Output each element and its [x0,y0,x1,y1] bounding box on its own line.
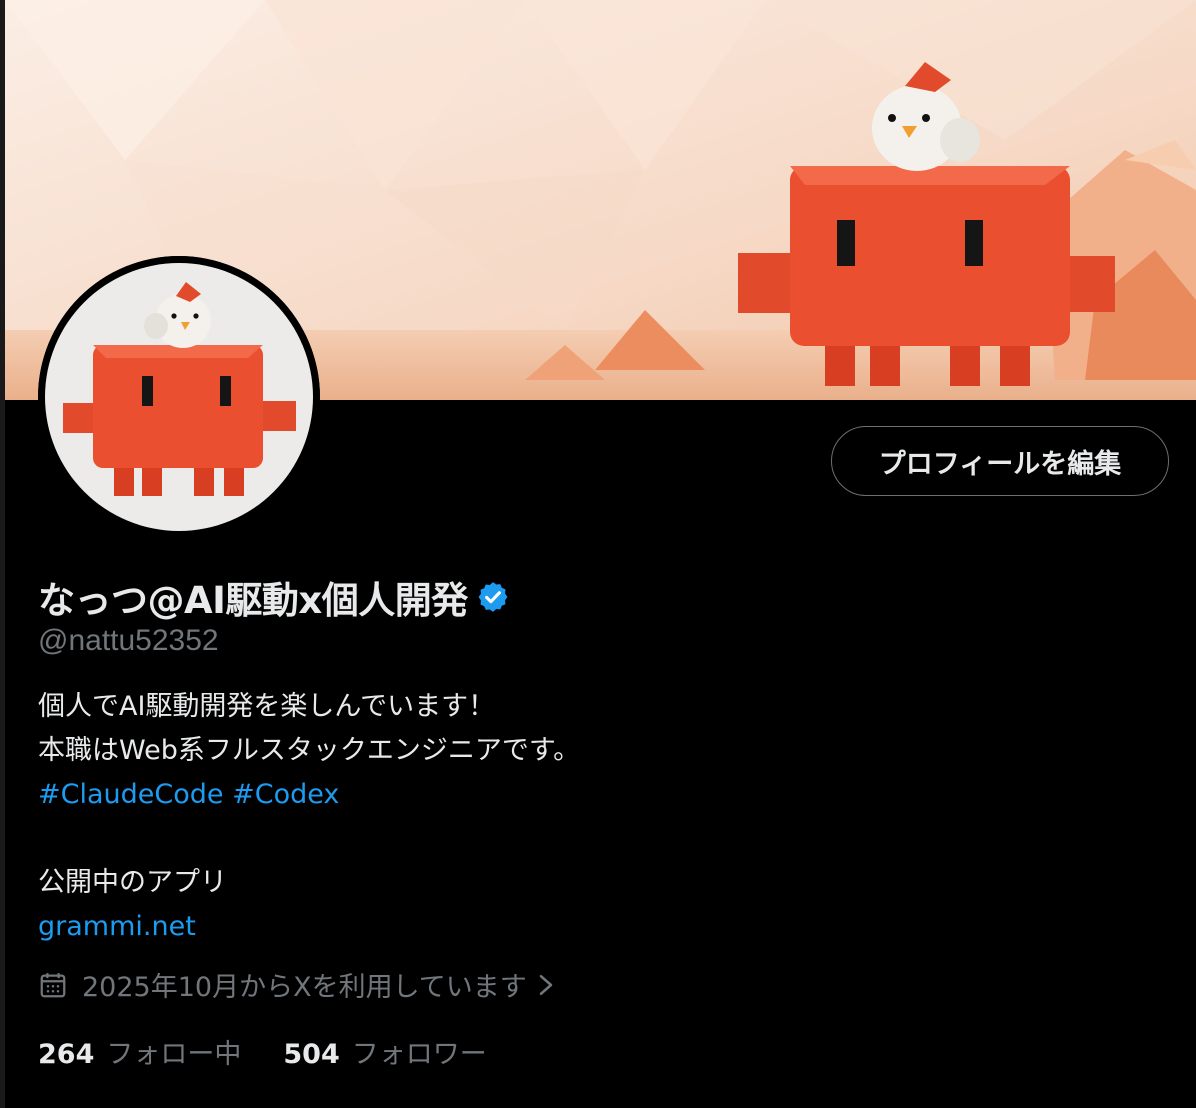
followers-link[interactable]: 504 フォロワー [283,1032,486,1071]
bio-hashtags: #ClaudeCode #Codex [38,773,580,817]
chevron-right-icon [539,974,553,995]
edit-profile-button[interactable]: プロフィールを編集 [831,426,1169,496]
followers-count: 504 [283,1039,340,1070]
profile-avatar[interactable] [38,256,320,538]
following-link[interactable]: 264 フォロー中 [38,1032,241,1071]
bio-line-1: 個人でAI駆動開発を楽しんでいます！ [38,691,496,722]
hashtag-claudecode[interactable]: #ClaudeCode [38,779,224,810]
calendar-icon [40,972,66,997]
joined-date[interactable]: 2025年10月からXを利用しています [38,965,557,1004]
followers-label: フォロワー [351,1039,487,1070]
bio-apps-label: 公開中のアプリ [38,867,227,898]
profile-page: プロフィールを編集 なっつ@AI駆動x個人開発 @nattu52352 個人でA… [0,0,1196,1108]
follow-stats: 264 フォロー中 504 フォロワー [38,1032,487,1071]
profile-bio: 個人でAI駆動開発を楽しんでいます！ 本職はWeb系フルスタックエンジニアです。… [38,685,580,949]
display-name: なっつ@AI駆動x個人開発 [38,579,468,622]
following-count: 264 [38,1039,95,1070]
app-link[interactable]: grammi.net [38,911,196,942]
bio-apps-line: grammi.net [38,905,580,949]
bio-spacer [38,817,580,861]
profile-name-row: なっつ@AI駆動x個人開発 [38,570,510,624]
profile-handle: @nattu52352 [38,624,219,657]
verified-badge-icon[interactable] [476,580,510,614]
following-label: フォロー中 [106,1039,242,1070]
hashtag-codex[interactable]: #Codex [232,779,339,810]
bio-line-2: 本職はWeb系フルスタックエンジニアです。 [38,735,581,766]
joined-text: 2025年10月からXを利用しています [82,972,527,1003]
